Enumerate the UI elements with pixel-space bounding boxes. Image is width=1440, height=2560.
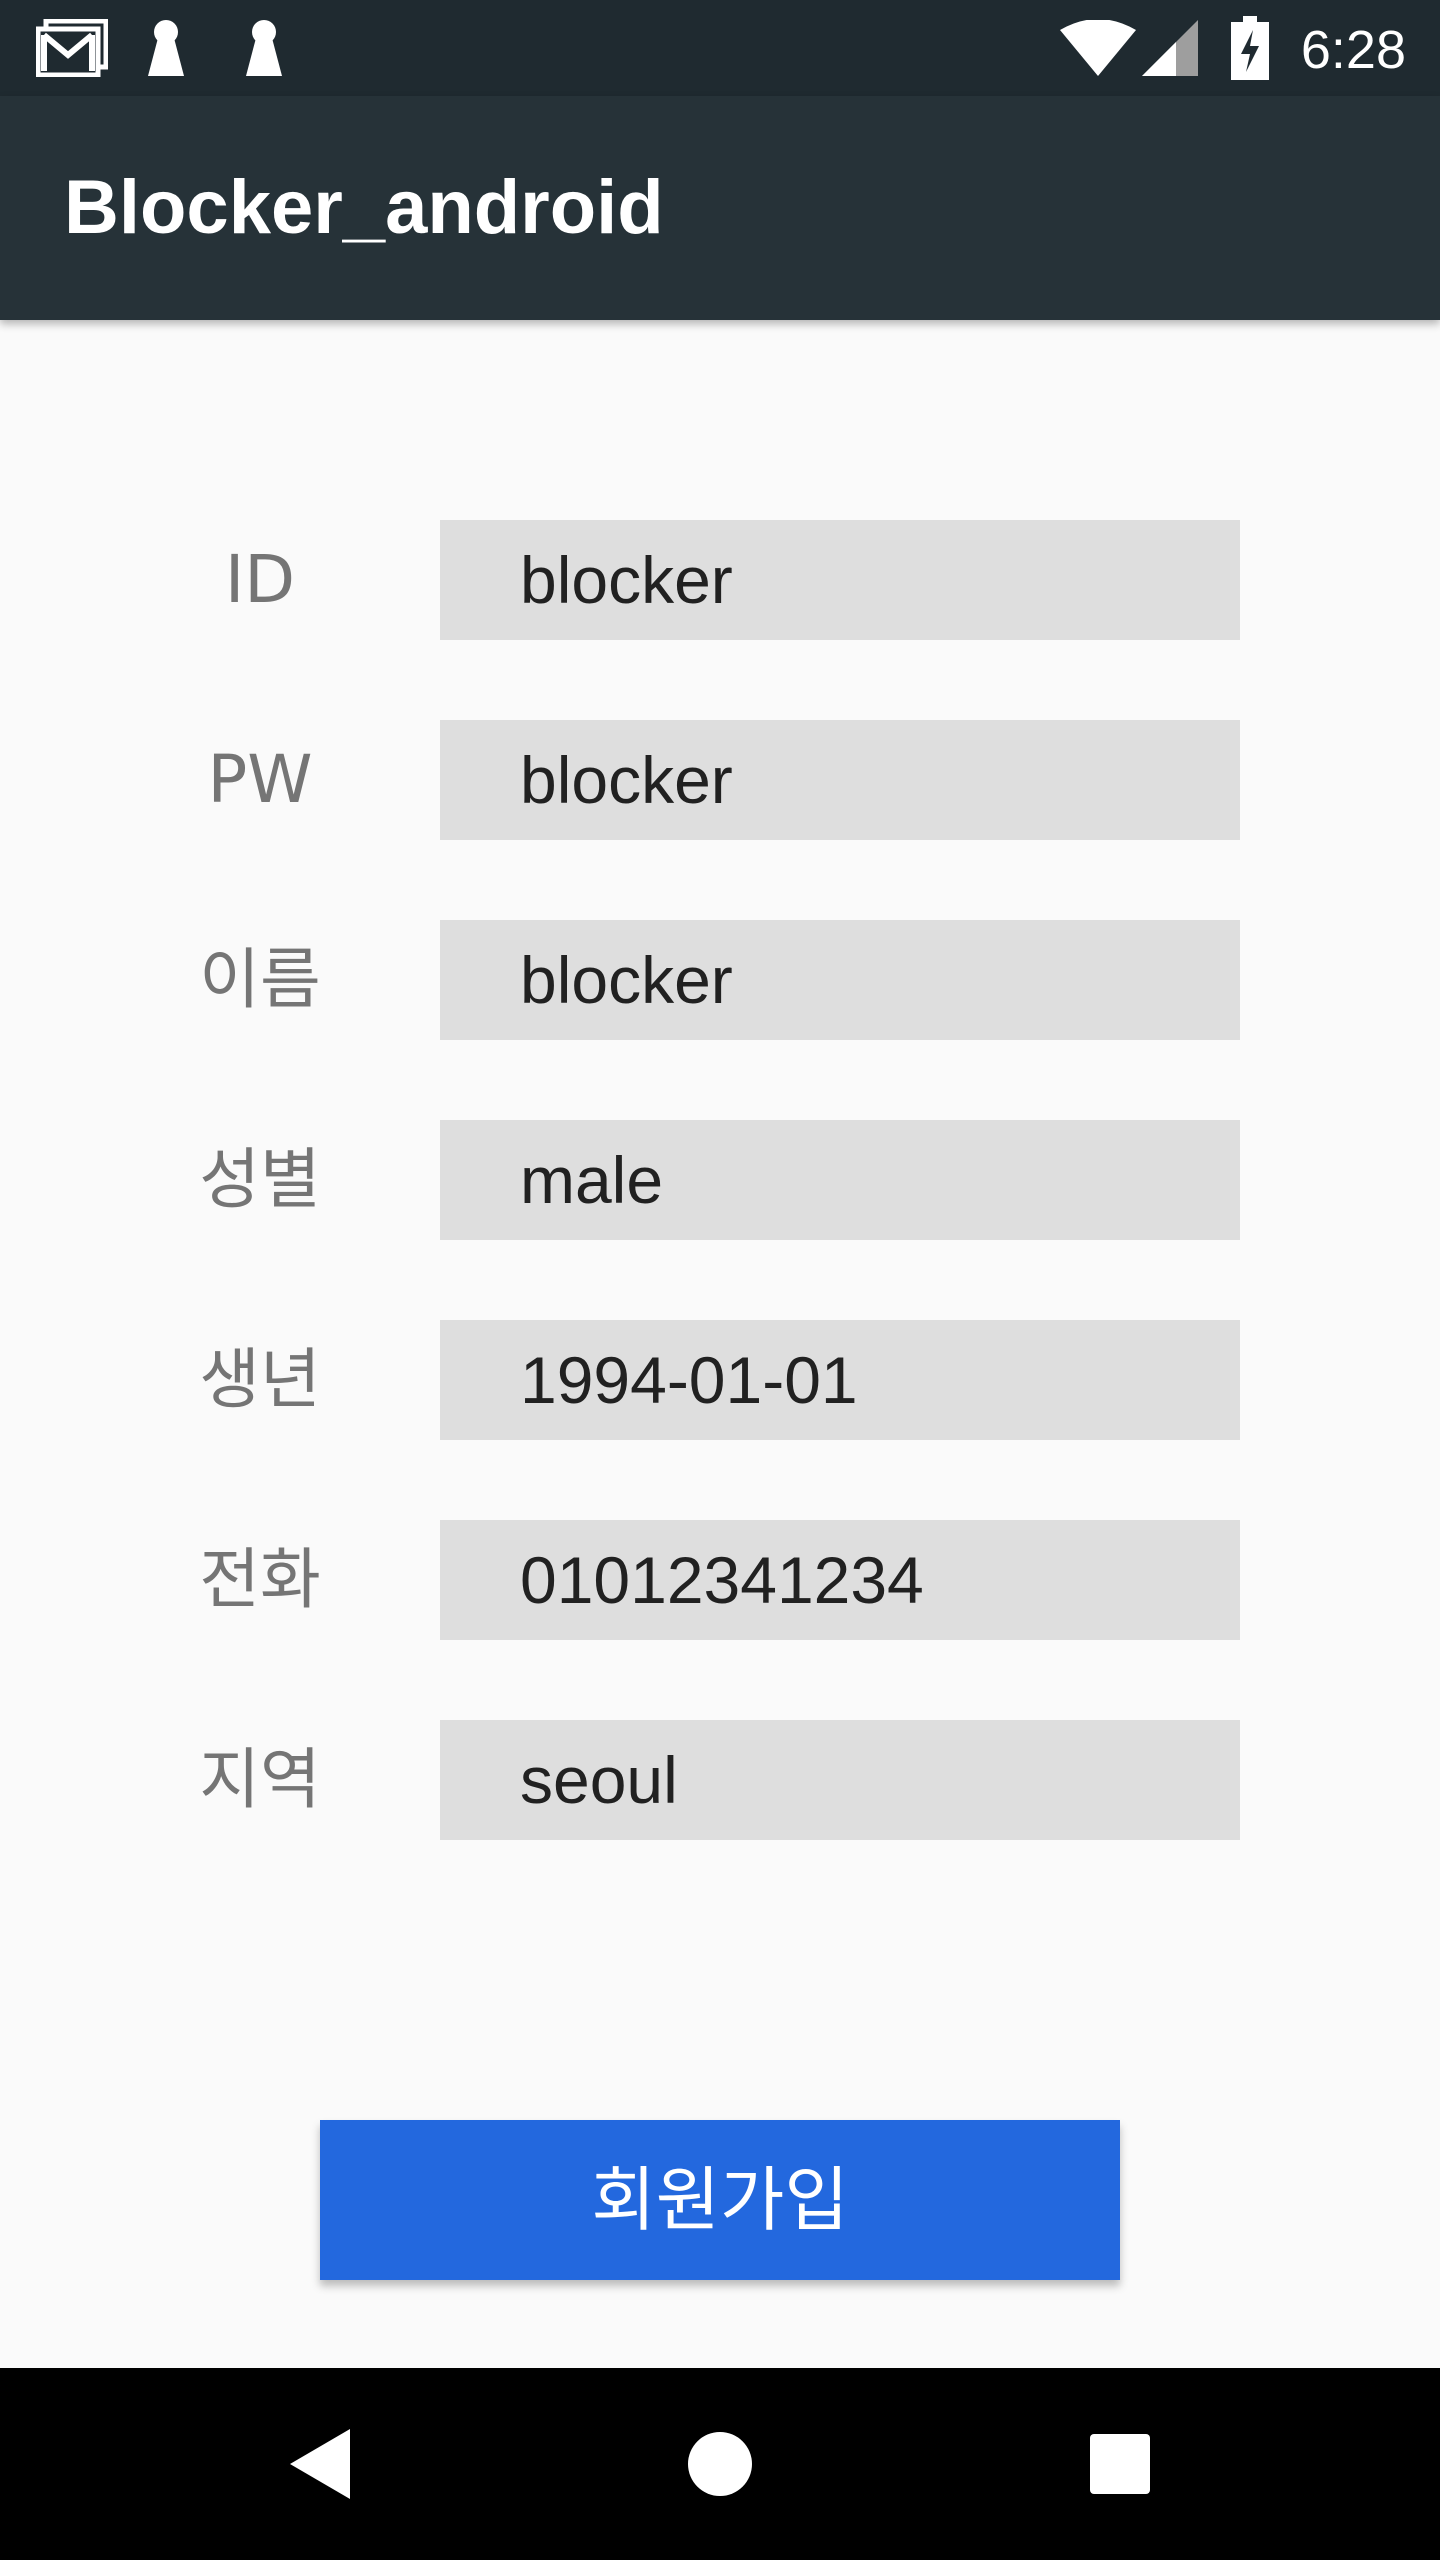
app-bar: Blocker_android bbox=[0, 96, 1440, 320]
cell-signal-icon bbox=[1140, 0, 1200, 96]
wifi-icon bbox=[1060, 0, 1136, 96]
signup-button[interactable]: 회원가입 bbox=[320, 2120, 1120, 2280]
birth-year-label: 생년 bbox=[199, 1341, 321, 1418]
form-row-name: 이름 bbox=[0, 920, 1440, 1040]
battery-charging-icon bbox=[1228, 0, 1272, 96]
form-row-pw: PW bbox=[0, 720, 1440, 840]
home-icon[interactable] bbox=[624, 2368, 816, 2560]
keyhole-icon bbox=[242, 0, 286, 96]
form-row-id: ID bbox=[0, 520, 1440, 640]
form-row-gender: 성별 bbox=[0, 1120, 1440, 1240]
id-label: ID bbox=[224, 541, 296, 618]
region-label: 지역 bbox=[199, 1741, 321, 1818]
id-input[interactable] bbox=[440, 520, 1240, 640]
form-row-phone: 전화 bbox=[0, 1520, 1440, 1640]
form-row-birth-year: 생년 bbox=[0, 1320, 1440, 1440]
pw-input[interactable] bbox=[440, 720, 1240, 840]
recents-icon[interactable] bbox=[1024, 2368, 1216, 2560]
phone-input[interactable] bbox=[440, 1520, 1240, 1640]
name-label: 이름 bbox=[199, 941, 321, 1018]
gender-input[interactable] bbox=[440, 1120, 1240, 1240]
name-input[interactable] bbox=[440, 920, 1240, 1040]
nav-bar bbox=[0, 2368, 1440, 2560]
screen: 6:28 Blocker_android ID PW 이름 성별 생년 전화 지… bbox=[0, 0, 1440, 2560]
form-row-region: 지역 bbox=[0, 1720, 1440, 1840]
app-title: Blocker_android bbox=[64, 165, 664, 250]
status-bar: 6:28 bbox=[0, 0, 1440, 96]
back-icon[interactable] bbox=[224, 2368, 416, 2560]
birth-year-input[interactable] bbox=[440, 1320, 1240, 1440]
gmail-icon bbox=[34, 0, 110, 96]
region-input[interactable] bbox=[440, 1720, 1240, 1840]
status-time: 6:28 bbox=[1300, 20, 1406, 80]
gender-label: 성별 bbox=[199, 1141, 321, 1218]
phone-label: 전화 bbox=[199, 1541, 321, 1618]
keyhole-icon bbox=[144, 0, 188, 96]
pw-label: PW bbox=[207, 741, 313, 818]
